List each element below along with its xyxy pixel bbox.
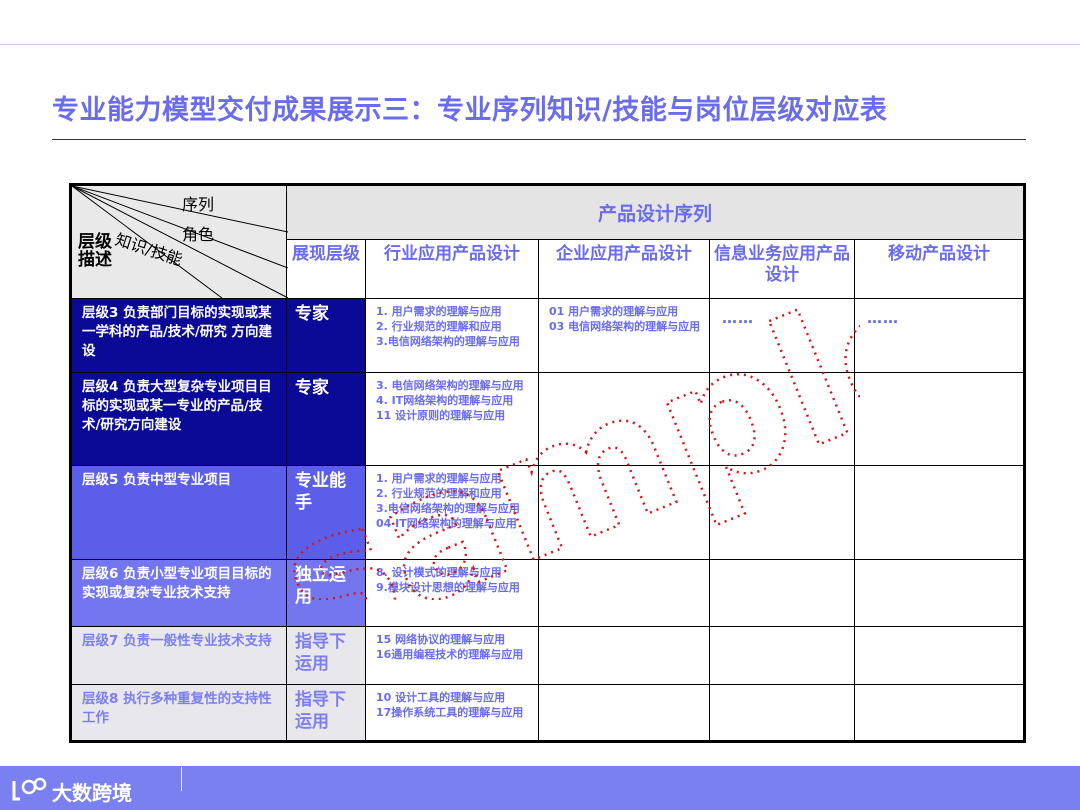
role-label: 专家 [286, 298, 366, 373]
info-knowledge-cell [709, 684, 855, 742]
enterprise-knowledge-cell [538, 465, 710, 560]
table-row: 层级8 执行多种重复性的支持性工作 指导下运用 10 设计工具的理解与应用 17… [70, 684, 1025, 742]
knowledge-item: 3.电信网络架构的理解与应用 [376, 502, 520, 515]
enterprise-knowledge-cell [538, 372, 710, 466]
knowledge-item: 2. 行业规范的理解和应用 [376, 320, 502, 333]
column-header-enterprise: 企业应用产品设计 [538, 238, 710, 300]
top-divider [0, 44, 1080, 45]
knowledge-item: 3. 电信网络架构的理解与应用 [376, 379, 524, 392]
info-knowledge-cell [709, 465, 855, 560]
knowledge-item: 1. 用户需求的理解与应用 [376, 472, 502, 485]
role-label: 指导下运用 [286, 626, 366, 685]
column-header-industry: 行业应用产品设计 [365, 238, 539, 300]
knowledge-item: 2. 行业规范的理解和应用 [376, 487, 502, 500]
table-row: 层级5 负责中型专业项目 专业能手 1. 用户需求的理解与应用 2. 行业规范的… [70, 465, 1025, 560]
level-description: 层级7 负责一般性专业技术支持 [70, 626, 287, 685]
knowledge-item: 15 网络协议的理解与应用 [376, 633, 506, 646]
industry-knowledge-cell: 10 设计工具的理解与应用 17操作系统工具的理解与应用 [365, 684, 539, 742]
role-label: 专家 [286, 372, 366, 466]
industry-knowledge-cell: 3. 电信网络架构的理解与应用 4. IT网络架构的理解与应用 11 设计原则的… [365, 372, 539, 466]
info-knowledge-cell [709, 559, 855, 627]
enterprise-knowledge-cell: 01 用户需求的理解与应用 03 电信网络架构的理解与应用 [538, 298, 710, 373]
industry-knowledge-cell: 8. 设计模式的理解与应用 9.模块设计思想的理解与应用 [365, 559, 539, 627]
brand-logo-icon [12, 777, 47, 801]
table-row: 层级4 负责大型复杂专业项目目标的实现或某一专业的产品/技术/研究方向建设 专家… [70, 372, 1025, 466]
corner-header-cell: 序列 角色 知识/技能 层级描述 [70, 184, 288, 299]
knowledge-item: 9.模块设计思想的理解与应用 [376, 581, 520, 594]
industry-knowledge-cell: 1. 用户需求的理解与应用 2. 行业规范的理解和应用 3.电信网络架构的理解与… [365, 298, 539, 373]
group-header: 产品设计序列 [286, 184, 1025, 240]
brand-name: 大数跨境 [52, 781, 132, 805]
mobile-knowledge-cell [854, 626, 1025, 685]
knowledge-item: 8. 设计模式的理解与应用 [376, 566, 502, 579]
role-label: 指导下运用 [286, 684, 366, 742]
column-header-level: 展现层级 [286, 238, 366, 300]
role-label: 独立运用 [286, 559, 366, 627]
level-description: 层级8 执行多种重复性的支持性工作 [70, 684, 287, 742]
title-underline [52, 139, 1026, 140]
level-description: 层级3 负责部门目标的实现或某一学科的产品/技术/研究 方向建设 [70, 298, 287, 373]
skill-level-matrix: 序列 角色 知识/技能 层级描述 产品设计序列 展现层级 行业应用产品设计 企业… [69, 183, 1026, 743]
knowledge-item: 17操作系统工具的理解与应用 [376, 706, 524, 719]
level-description: 层级4 负责大型复杂专业项目目标的实现或某一专业的产品/技术/研究方向建设 [70, 372, 287, 466]
industry-knowledge-cell: 1. 用户需求的理解与应用 2. 行业规范的理解和应用 3.电信网络架构的理解与… [365, 465, 539, 560]
mobile-knowledge-cell: …… [854, 298, 1025, 373]
level-description: 层级5 负责中型专业项目 [70, 465, 287, 560]
knowledge-item: 3.电信网络架构的理解与应用 [376, 335, 520, 348]
table-row: 层级3 负责部门目标的实现或某一学科的产品/技术/研究 方向建设 专家 1. 用… [70, 298, 1025, 373]
industry-knowledge-cell: 15 网络协议的理解与应用 16通用编程技术的理解与应用 [365, 626, 539, 685]
corner-label-role: 角色 [182, 225, 215, 244]
info-knowledge-cell [709, 372, 855, 466]
knowledge-item: 03 电信网络架构的理解与应用 [549, 320, 701, 333]
corner-label-sequence: 序列 [182, 195, 215, 214]
knowledge-item: 16通用编程技术的理解与应用 [376, 648, 524, 661]
mobile-knowledge-cell [854, 559, 1025, 627]
role-label: 专业能手 [286, 465, 366, 560]
knowledge-item: 11 设计原则的理解与应用 [376, 409, 506, 422]
info-knowledge-cell: …… [709, 298, 855, 373]
table-row: 层级7 负责一般性专业技术支持 指导下运用 15 网络协议的理解与应用 16通用… [70, 626, 1025, 685]
knowledge-item: 4. IT网络架构的理解与应用 [376, 394, 514, 407]
column-header-mobile: 移动产品设计 [854, 238, 1025, 300]
enterprise-knowledge-cell [538, 559, 710, 627]
knowledge-item: 04 IT网络架构的理解与应用 [376, 517, 517, 530]
level-description: 层级6 负责小型专业项目目标的实现或复杂专业技术支持 [70, 559, 287, 627]
corner-label-level: 层级描述 [78, 232, 112, 270]
brand-logo: 大数跨境 [10, 775, 180, 805]
table-row: 层级6 负责小型专业项目目标的实现或复杂专业技术支持 独立运用 8. 设计模式的… [70, 559, 1025, 627]
page-title: 专业能力模型交付成果展示三：专业序列知识/技能与岗位层级对应表 [52, 95, 888, 126]
enterprise-knowledge-cell [538, 684, 710, 742]
knowledge-item: 1. 用户需求的理解与应用 [376, 305, 502, 318]
knowledge-item: 01 用户需求的理解与应用 [549, 305, 679, 318]
column-header-info: 信息业务应用产品设计 [709, 238, 855, 300]
knowledge-item: 10 设计工具的理解与应用 [376, 691, 506, 704]
mobile-knowledge-cell [854, 684, 1025, 742]
footer-separator [181, 767, 182, 791]
mobile-knowledge-cell [854, 465, 1025, 560]
info-knowledge-cell [709, 626, 855, 685]
mobile-knowledge-cell [854, 372, 1025, 466]
enterprise-knowledge-cell [538, 626, 710, 685]
